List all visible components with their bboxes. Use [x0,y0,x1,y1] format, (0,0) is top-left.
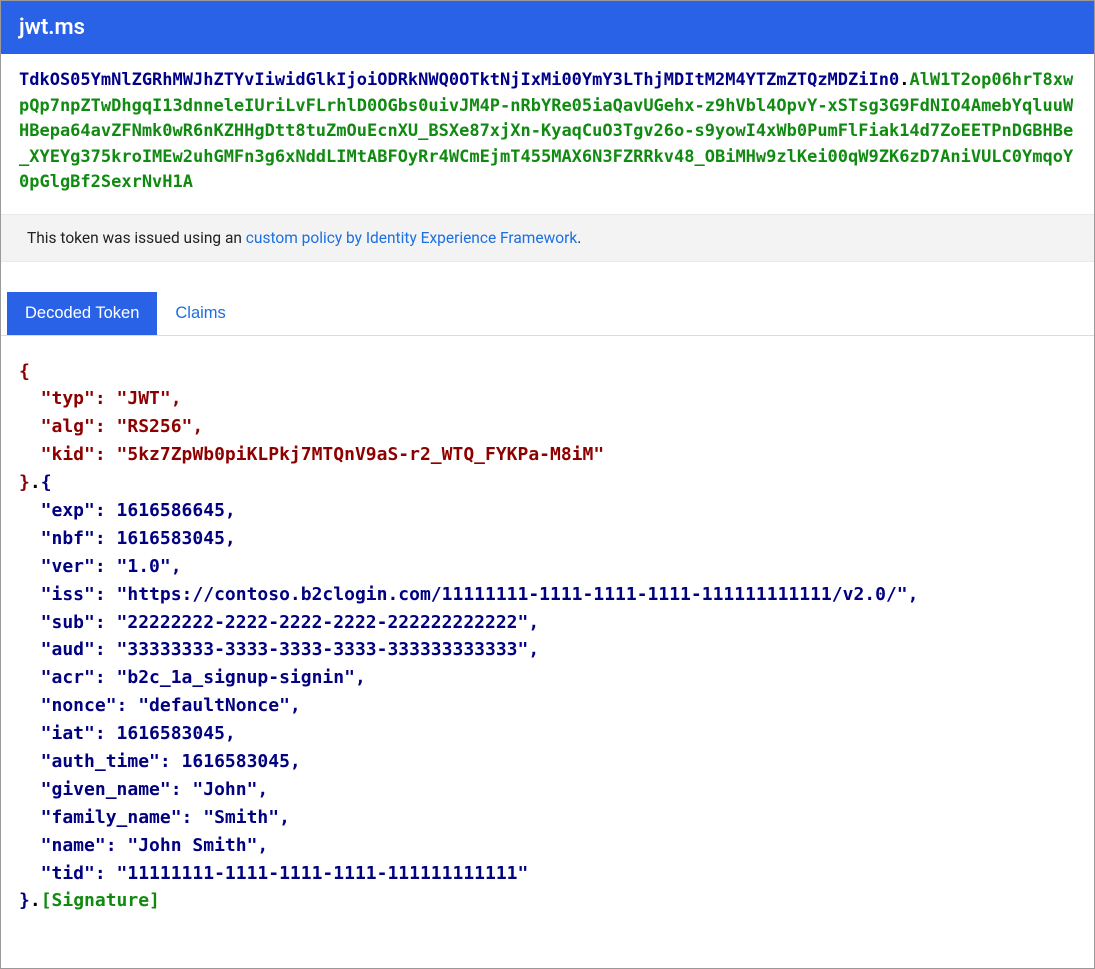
decoded-payload-json: { "exp": 1616586645, "nbf": 1616583045, … [19,472,918,911]
page-header: jwt.ms [1,1,1094,54]
raw-token-area: TdkOS05YmNlZGRhMWJhZTYvIiwidGlkIjoiODRkN… [1,54,1094,214]
decoded-signature-label: [Signature] [41,890,160,911]
issuer-info-suffix: . [577,229,581,247]
tab-decoded-token[interactable]: Decoded Token [7,292,157,335]
decoded-dot-1: . [30,472,41,493]
issuer-info-prefix: This token was issued using an [27,229,246,247]
decoded-header-json: { "typ": "JWT", "alg": "RS256", "kid": "… [19,361,604,494]
page-title: jwt.ms [19,15,85,40]
decoded-dot-2: . [30,890,41,911]
token-dot: . [899,70,909,90]
tabs-container: Decoded Token Claims { "typ": "JWT", "al… [1,292,1094,926]
issuer-policy-link[interactable]: custom policy by Identity Experience Fra… [246,229,577,247]
token-header-segment: TdkOS05YmNlZGRhMWJhZTYvIiwidGlkIjoiODRkN… [19,70,899,90]
decoded-token-panel: { "typ": "JWT", "alg": "RS256", "kid": "… [1,336,1094,926]
tab-bar: Decoded Token Claims [1,292,1094,336]
issuer-info-bar: This token was issued using an custom po… [1,214,1094,262]
tab-claims[interactable]: Claims [157,292,243,335]
